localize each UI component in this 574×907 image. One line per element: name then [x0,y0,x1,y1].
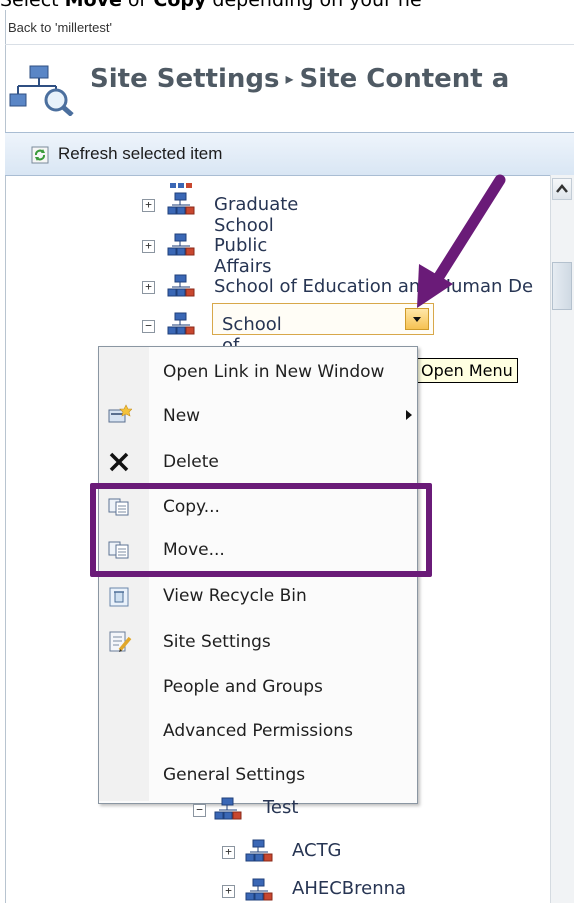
annotation-arrow-icon [405,168,525,323]
open-menu-tooltip: Open Menu [416,358,518,383]
expand-icon[interactable]: + [222,846,235,859]
site-node-icon [245,839,273,868]
tree-node-graduate-school[interactable]: Graduate School [214,194,298,236]
menu-item-view-recycle-bin[interactable]: View Recycle Bin [163,586,307,606]
page-title: Site Settings ▸ Site Content a [90,64,510,94]
tree-node-test[interactable]: Test [263,797,298,818]
expand-icon[interactable]: + [142,240,155,253]
breadcrumb-separator-icon: ▸ [285,69,294,88]
menu-item-open-link-new-window[interactable]: Open Link in New Window [163,362,384,382]
collapse-icon[interactable]: − [142,320,155,333]
annotation-highlight-box [90,483,432,577]
menu-item-general-settings[interactable]: General Settings [163,765,305,785]
tree-node-actg[interactable]: ACTG [292,840,342,861]
expand-icon[interactable]: + [142,281,155,294]
site-node-icon [167,274,195,303]
menu-item-new[interactable]: New [163,406,200,426]
scroll-up-button[interactable] [552,178,572,200]
new-site-icon [108,404,133,429]
back-link[interactable]: Back to 'millertest' [8,20,112,35]
tree-node-ahecbrenna[interactable]: AHECBrenna [292,878,406,899]
delete-icon [108,451,130,478]
site-node-icon [167,233,195,262]
instruction-text: Select Move or Copy depending on your ne [0,0,422,11]
refresh-selected-item-button[interactable]: Refresh selected item [58,144,222,164]
site-node-icon [167,312,195,341]
refresh-icon[interactable] [31,146,49,169]
recycle-bin-icon [108,586,130,613]
scroll-thumb[interactable] [552,262,572,310]
submenu-arrow-icon [406,410,412,420]
expand-icon[interactable]: + [222,885,235,898]
collapse-icon[interactable]: − [193,804,206,817]
menu-item-people-and-groups[interactable]: People and Groups [163,677,323,697]
menu-item-advanced-permissions[interactable]: Advanced Permissions [163,721,353,741]
expand-icon[interactable]: + [142,199,155,212]
site-settings-icon [108,630,132,659]
site-node-icon [167,192,195,221]
tree-node-public-affairs[interactable]: Public Affairs [214,235,272,277]
site-hierarchy-search-icon [8,64,78,121]
divider [5,44,574,45]
menu-item-site-settings[interactable]: Site Settings [163,632,271,652]
site-node-icon [214,797,242,826]
menu-item-delete[interactable]: Delete [163,452,219,472]
